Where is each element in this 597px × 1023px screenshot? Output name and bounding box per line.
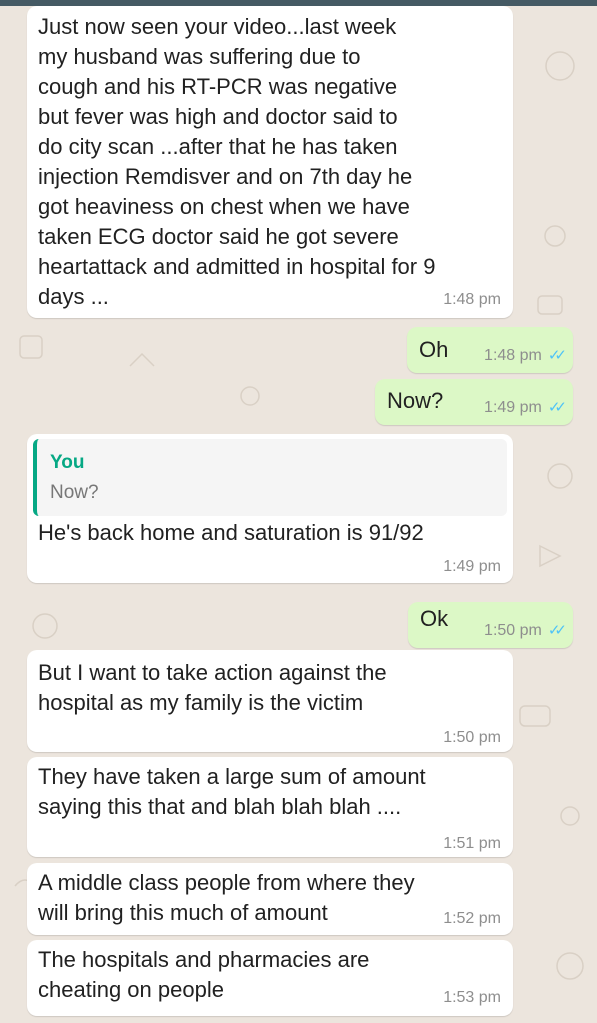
double-check-icon: ✓✓	[547, 347, 567, 364]
message-timestamp: 1:48 pm	[443, 291, 501, 308]
message-timestamp: 1:49 pm	[443, 558, 501, 575]
incoming-message[interactable]: You Now? He's back home and saturation i…	[27, 434, 513, 583]
message-text: A middle class people from where they wi…	[38, 870, 415, 925]
quoted-text: Now?	[50, 482, 99, 503]
incoming-message[interactable]: The hospitals and pharmacies are cheatin…	[27, 940, 513, 1016]
message-timestamp: 1:49 pm ✓✓	[484, 398, 567, 417]
message-time: 1:48 pm	[484, 347, 542, 364]
message-text: Ok	[420, 606, 449, 631]
incoming-message[interactable]: But I want to take action against the ho…	[27, 650, 513, 752]
message-text: The hospitals and pharmacies are cheatin…	[38, 947, 370, 1002]
message-text: Oh	[419, 337, 449, 362]
message-text: He's back home and saturation is 91/92	[38, 520, 424, 545]
double-check-icon: ✓✓	[547, 622, 567, 639]
message-time: 1:50 pm	[484, 622, 542, 639]
quoted-author: You	[50, 452, 85, 473]
message-timestamp: 1:53 pm	[443, 989, 501, 1006]
outgoing-message[interactable]: Now? 1:49 pm ✓✓	[375, 379, 573, 425]
message-timestamp: 1:50 pm	[443, 729, 501, 746]
message-text: They have taken a large sum of amount sa…	[38, 764, 426, 819]
incoming-message[interactable]: A middle class people from where they wi…	[27, 863, 513, 935]
quoted-reply[interactable]: You Now?	[33, 439, 507, 516]
message-text: Now?	[387, 388, 444, 413]
message-text: But I want to take action against the ho…	[38, 660, 387, 715]
message-timestamp: 1:50 pm ✓✓	[484, 621, 567, 640]
incoming-message[interactable]: Just now seen your video...last week my …	[27, 6, 513, 318]
double-check-icon: ✓✓	[547, 399, 567, 416]
outgoing-message[interactable]: Oh 1:48 pm ✓✓	[407, 327, 573, 373]
message-timestamp: 1:48 pm ✓✓	[484, 346, 567, 365]
message-text: Just now seen your video...last week my …	[38, 14, 436, 309]
incoming-message[interactable]: They have taken a large sum of amount sa…	[27, 757, 513, 857]
message-time: 1:49 pm	[484, 399, 542, 416]
message-timestamp: 1:51 pm	[443, 835, 501, 852]
message-timestamp: 1:52 pm	[443, 910, 501, 927]
outgoing-message[interactable]: Ok 1:50 pm ✓✓	[408, 602, 573, 648]
